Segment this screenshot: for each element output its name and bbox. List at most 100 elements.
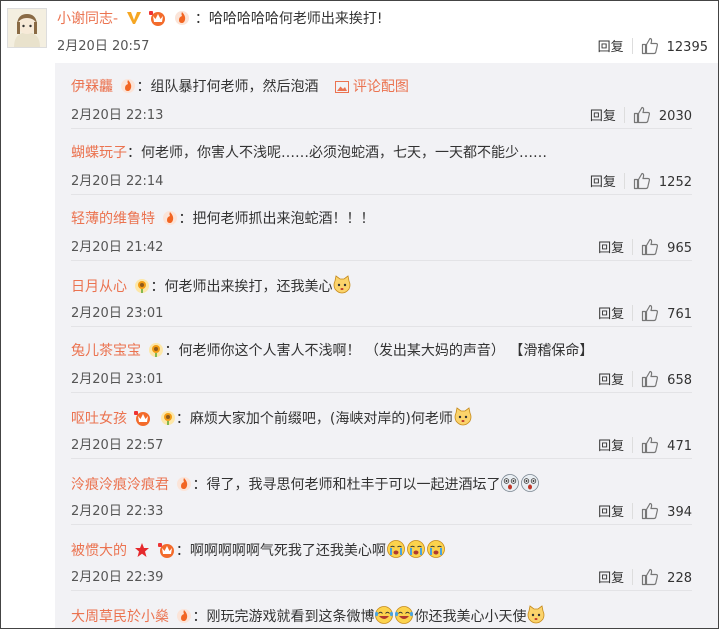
reply-actions: 回复 761	[598, 304, 692, 324]
reply-content: 轻薄的维鲁特 ：把何老师抓出来泡蛇酒！！！	[71, 209, 374, 229]
reply-content: 日月从心 ：何老师出来挨打，还我美心	[71, 275, 352, 295]
comment-content: 小谢同志- ：哈哈哈哈哈何老师出来挨打!	[57, 9, 383, 29]
reply-content: 泠痕泠痕泠痕君 ：得了，我寻思何老师和杜丰于可以一起进酒坛了	[71, 473, 540, 493]
reply-button[interactable]: 回复	[590, 107, 616, 127]
picture-icon	[334, 81, 349, 93]
member-crown-icon[interactable]	[134, 410, 152, 432]
avatar[interactable]	[7, 8, 47, 48]
reply-content: 被惯大的 ：啊啊啊啊啊气死我了还我美心啊	[71, 539, 446, 559]
reply-actions: 回复 658	[598, 370, 692, 390]
divider	[632, 239, 634, 255]
reply-button[interactable]: 回复	[598, 239, 624, 259]
reply-content: 呕吐女孩 ：麻烦大家加个前缀吧，(海峡对岸的)何老师	[71, 407, 473, 427]
reply-time: 2月20日 22:39	[71, 570, 164, 585]
fire-level-icon[interactable]	[162, 210, 178, 232]
reply-button[interactable]: 回复	[598, 371, 624, 391]
sunflower-badge-icon[interactable]	[134, 278, 150, 300]
reply-item: 轻薄的维鲁特 ：把何老师抓出来泡蛇酒！！！ 2月20日 21:42 回复 965	[55, 195, 718, 261]
shocked-face-emoji-icon	[520, 473, 540, 499]
like-count: 761	[667, 307, 692, 322]
shocked-face-emoji-icon	[500, 473, 520, 499]
username-link[interactable]: 日月从心	[71, 279, 127, 295]
reply-actions: 回复 228	[598, 568, 692, 588]
divider	[631, 38, 633, 54]
reply-time: 2月20日 22:13	[71, 108, 164, 123]
reply-item: 伊槑龘 ：组队暴打何老师，然后泡酒 评论配图 2月20日 22:13 回复 203…	[55, 63, 718, 129]
username-link[interactable]: 大周草民於小燊	[71, 609, 169, 625]
fire-level-icon[interactable]	[174, 10, 190, 32]
reply-actions: 回复 2030	[590, 106, 692, 126]
reply-button[interactable]: 回复	[598, 305, 624, 325]
like-count: 394	[667, 505, 692, 520]
reply-content: 兔儿茶宝宝 ：何老师你这个人害人不浅啊！ （发出某大妈的声音） 【滑稽保命】	[71, 341, 593, 361]
like-count: 1252	[658, 175, 692, 190]
username-link[interactable]: 轻薄的维鲁特	[71, 211, 155, 227]
fire-level-icon[interactable]	[176, 608, 192, 628]
reply-list: 伊槑龘 ：组队暴打何老师，然后泡酒 评论配图 2月20日 22:13 回复 203…	[55, 63, 718, 628]
divider	[632, 371, 634, 387]
like-count: 471	[667, 439, 692, 454]
reply-time: 2月20日 23:01	[71, 372, 164, 387]
reply-text: 麻烦大家加个前缀吧，(海峡对岸的)何老师	[189, 411, 453, 427]
reply-text: 把何老师抓出来泡蛇酒！！！	[192, 211, 375, 227]
divider	[623, 107, 625, 123]
comment-time: 2月20日 20:57	[57, 39, 150, 54]
username-link[interactable]: 小谢同志-	[57, 11, 118, 27]
cat-face-emoji-icon	[453, 407, 473, 433]
like-count: 2030	[658, 109, 692, 124]
reply-text: 刚玩完游戏就看到这条微博	[206, 609, 375, 625]
reply-item: 蝴蝶玩子：何老师，你害人不浅呢……必须泡蛇酒，七天，一天都不能少…… 2月20日…	[55, 129, 718, 195]
fire-level-icon[interactable]	[120, 78, 136, 100]
like-count: 965	[667, 241, 692, 256]
reply-button[interactable]: 回复	[598, 503, 624, 523]
reply-button[interactable]: 回复	[598, 569, 624, 589]
reply-item: 泠痕泠痕泠痕君 ：得了，我寻思何老师和杜丰于可以一起进酒坛了 2月20日 22:…	[55, 459, 718, 525]
red-star-icon[interactable]	[134, 542, 150, 564]
sunflower-badge-icon[interactable]	[160, 410, 176, 432]
crying-face-emoji-icon	[406, 539, 426, 565]
reply-actions: 回复 1252	[590, 172, 692, 192]
comment-text: 哈哈哈哈哈何老师出来挨打!	[208, 11, 383, 27]
like-count: 228	[667, 571, 692, 586]
comment-image-link[interactable]: 评论配图	[334, 79, 409, 95]
cat-face-emoji-icon	[526, 605, 546, 628]
reply-time: 2月20日 22:33	[71, 504, 164, 519]
like-thumb-icon[interactable]	[641, 37, 659, 62]
reply-button[interactable]: 回复	[598, 437, 624, 457]
username-link[interactable]: 蝴蝶玩子	[71, 145, 127, 161]
member-crown-icon[interactable]	[157, 542, 176, 564]
username-link[interactable]: 兔儿茶宝宝	[71, 343, 141, 359]
username-link[interactable]: 泠痕泠痕泠痕君	[71, 477, 169, 493]
reply-text: 何老师你这个人害人不浅啊！ （发出某大妈的声音） 【滑稽保命】	[178, 343, 594, 359]
reply-time: 2月20日 23:01	[71, 306, 164, 321]
reply-text: 啊啊啊啊啊气死我了还我美心啊	[189, 543, 386, 559]
comment-image-label[interactable]: 评论配图	[353, 79, 409, 95]
comment-actions: 回复 12395	[598, 37, 708, 57]
member-crown-icon[interactable]	[148, 10, 167, 32]
fire-level-icon[interactable]	[176, 476, 192, 498]
like-count: 658	[667, 373, 692, 388]
username-link[interactable]: 呕吐女孩	[71, 411, 127, 427]
reply-text-tail: 你还我美心小天使	[414, 609, 527, 625]
divider	[632, 503, 634, 519]
laughing-tears-emoji-icon	[394, 605, 414, 628]
crying-face-emoji-icon	[386, 539, 406, 565]
divider	[623, 173, 625, 189]
divider	[632, 569, 634, 585]
reply-button[interactable]: 回复	[590, 173, 616, 193]
divider	[632, 437, 634, 453]
reply-content: 蝴蝶玩子：何老师，你害人不浅呢……必须泡蛇酒，七天，一天都不能少……	[71, 145, 547, 161]
sunflower-badge-icon[interactable]	[148, 342, 164, 364]
reply-item: 大周草民於小燊 ：刚玩完游戏就看到这条微博 你还我美心小天使	[55, 591, 718, 628]
username-link[interactable]: 被惯大的	[71, 543, 127, 559]
main-comment: 小谢同志- ：哈哈哈哈哈何老师出来挨打! 2月20日 20:57 回复 12395	[1, 1, 718, 63]
reply-button[interactable]: 回复	[598, 38, 624, 58]
reply-time: 2月20日 22:14	[71, 174, 164, 189]
like-count: 12395	[666, 40, 708, 55]
reply-time: 2月20日 21:42	[71, 240, 164, 255]
reply-actions: 回复 394	[598, 502, 692, 522]
reply-item: 呕吐女孩 ：麻烦大家加个前缀吧，(海峡对岸的)何老师 2月20日 22:57 回…	[55, 393, 718, 459]
reply-actions: 回复 965	[598, 238, 692, 258]
username-link[interactable]: 伊槑龘	[71, 79, 113, 95]
verified-v-icon[interactable]	[126, 10, 142, 32]
